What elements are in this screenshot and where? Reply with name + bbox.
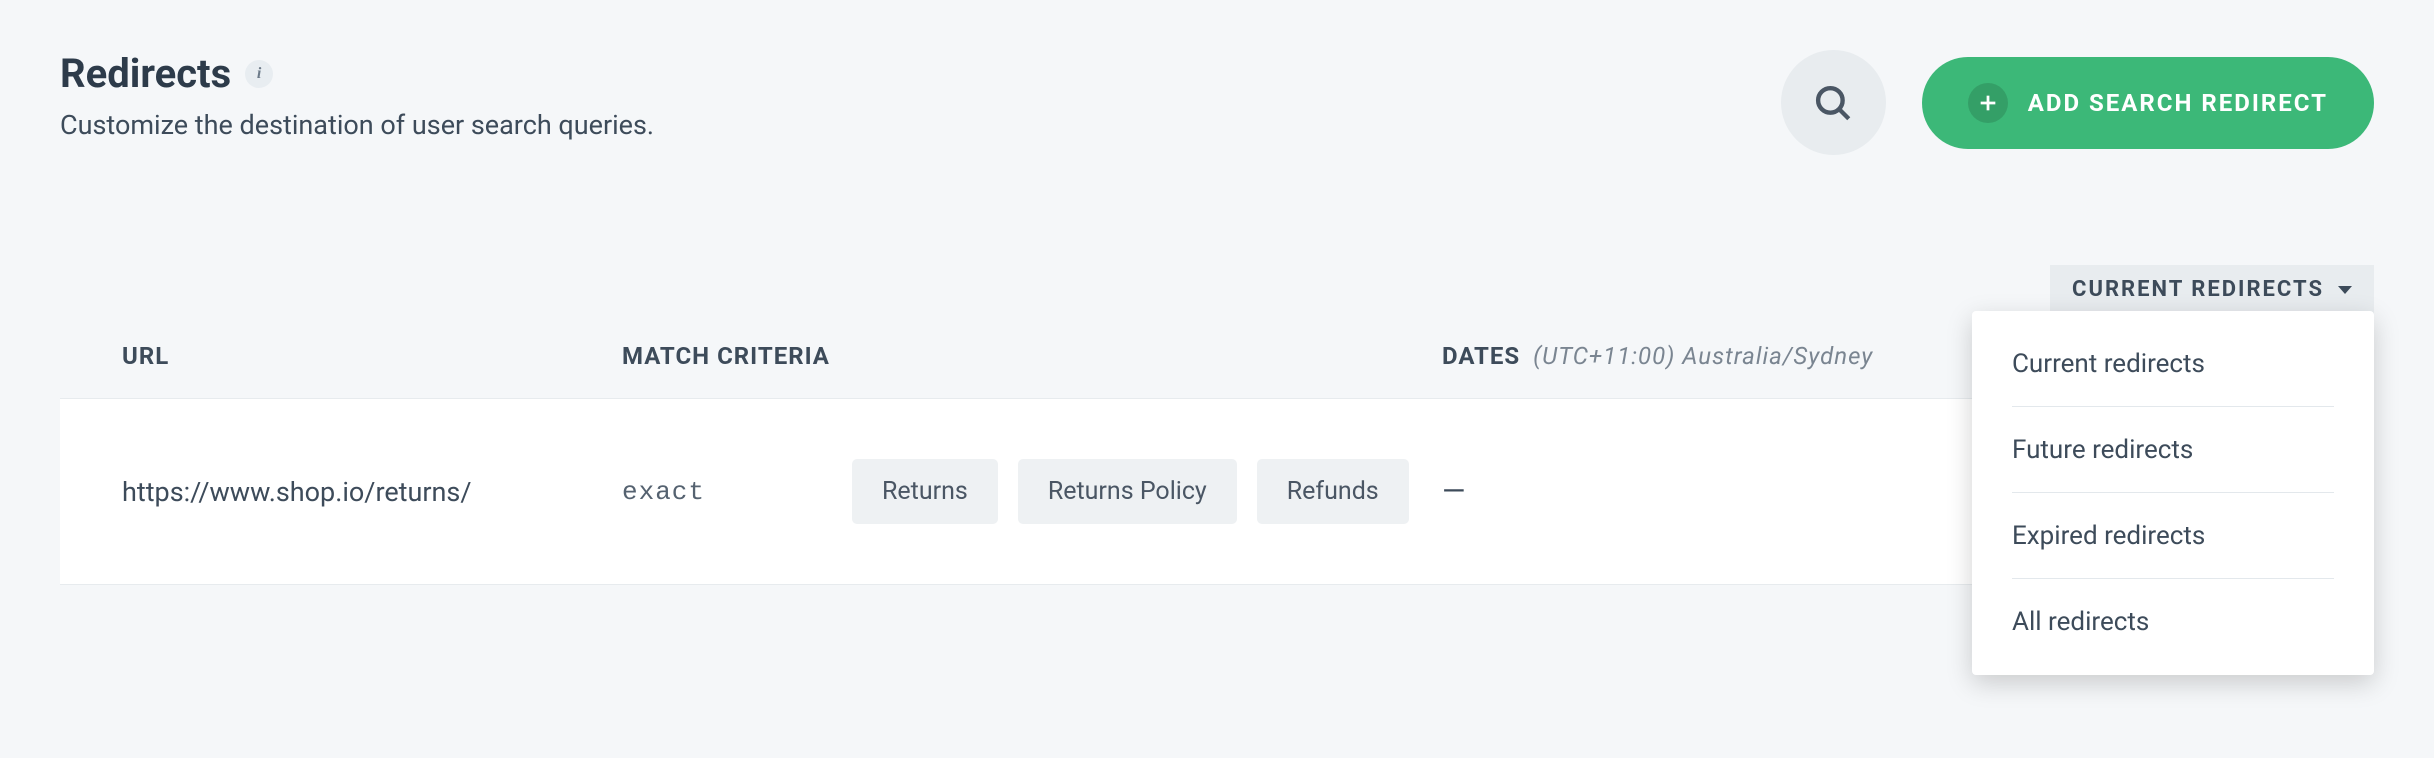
- row-criteria: Returns Returns Policy Refunds: [852, 459, 1442, 524]
- criteria-chip: Refunds: [1257, 459, 1409, 524]
- search-icon: [1812, 82, 1854, 124]
- chevron-down-icon: [2338, 286, 2352, 294]
- criteria-chip: Returns: [852, 459, 998, 524]
- page-subtitle: Customize the destination of user search…: [60, 109, 654, 141]
- filter-dropdown[interactable]: CURRENT REDIRECTS: [2050, 265, 2374, 314]
- column-criteria-spacer: [852, 342, 1442, 370]
- plus-icon: [1968, 83, 2008, 123]
- dates-label: DATES: [1442, 342, 1520, 370]
- filter-dropdown-menu: Current redirects Future redirects Expir…: [1972, 311, 2374, 675]
- filter-selected-label: CURRENT REDIRECTS: [2072, 277, 2324, 302]
- search-button[interactable]: [1781, 50, 1886, 155]
- row-url: https://www.shop.io/returns/: [122, 476, 622, 508]
- column-match: MATCH CRITERIA: [622, 342, 852, 370]
- filter-option-future[interactable]: Future redirects: [1972, 407, 2374, 493]
- add-button-label: ADD SEARCH REDIRECT: [2028, 89, 2328, 117]
- filter-option-expired[interactable]: Expired redirects: [1972, 493, 2374, 579]
- filter-option-current[interactable]: Current redirects: [1972, 321, 2374, 407]
- add-search-redirect-button[interactable]: ADD SEARCH REDIRECT: [1922, 57, 2374, 149]
- dates-timezone: (UTC+11:00) Australia/Sydney: [1533, 342, 1873, 370]
- page-title: Redirects: [60, 50, 231, 97]
- criteria-chip: Returns Policy: [1018, 459, 1237, 524]
- row-match-type: exact: [622, 477, 852, 507]
- info-icon[interactable]: i: [245, 60, 273, 88]
- column-url: URL: [122, 342, 622, 370]
- filter-option-all[interactable]: All redirects: [1972, 579, 2374, 665]
